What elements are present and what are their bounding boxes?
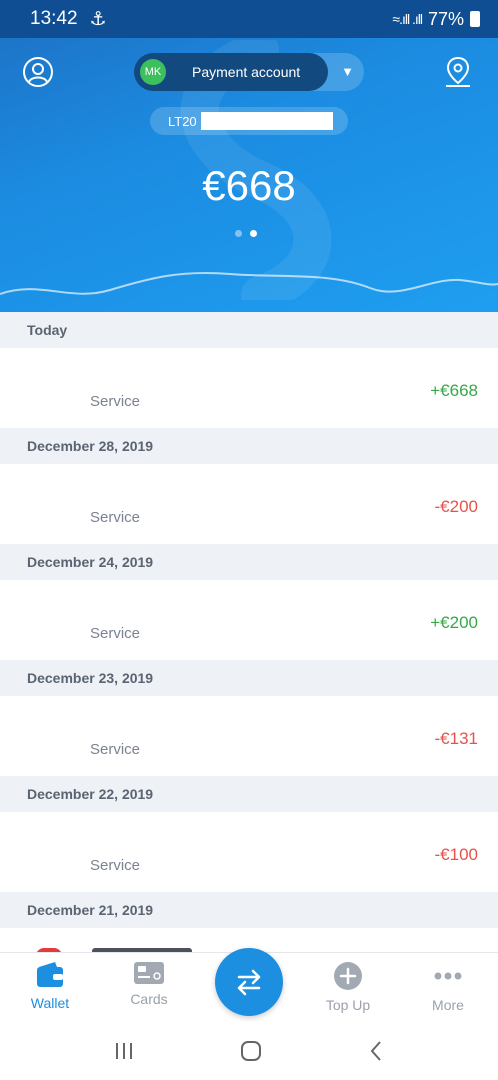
status-bar: 13:42 ⚓ ≈.ıll .ıll 77% [0, 0, 498, 38]
transaction-row[interactable]: Service -€200 [0, 464, 498, 544]
profile-icon [23, 57, 53, 87]
transaction-row[interactable]: Service +€668 [0, 348, 498, 428]
tab-label: Top Up [325, 997, 371, 1013]
balance-wave [0, 271, 498, 295]
date-header: December 28, 2019 [0, 428, 498, 464]
battery-icon [470, 11, 480, 27]
chevron-down-icon[interactable]: ▼ [341, 64, 354, 79]
transaction-list: Today Service +€668 December 28, 2019 Se… [0, 312, 498, 952]
date-header: December 21, 2019 [0, 892, 498, 928]
date-header: Today [0, 312, 498, 348]
recent-apps-icon[interactable] [112, 1041, 136, 1061]
account-header: 13:42 ⚓ ≈.ıll .ıll 77% MK Payment accoun… [0, 0, 498, 312]
account-avatar: MK [140, 59, 166, 85]
location-pin-icon [446, 56, 470, 87]
transaction-amount: -€100 [434, 845, 478, 864]
account-label: Payment account [192, 64, 301, 80]
date-header: December 22, 2019 [0, 776, 498, 812]
profile-button[interactable] [18, 52, 58, 92]
wifi-signal-icon: ≈.ıll .ıll [392, 11, 423, 27]
tab-more[interactable]: More [408, 961, 488, 1013]
iban-field[interactable]: LT20 [150, 107, 348, 135]
plus-circle-icon [334, 962, 362, 990]
date-header: December 24, 2019 [0, 544, 498, 580]
iban-redaction [200, 112, 333, 130]
transaction-description: Service [90, 509, 141, 526]
transaction-amount: -€131 [434, 729, 478, 748]
back-icon[interactable] [366, 1039, 386, 1063]
transaction-description: Service [90, 741, 141, 758]
home-icon[interactable] [239, 1039, 263, 1063]
location-button[interactable] [438, 52, 478, 92]
transaction-description: Service [90, 393, 141, 410]
tab-label: Cards [130, 991, 168, 1007]
notification-icon: ⚓ [89, 8, 107, 30]
tab-wallet[interactable]: Wallet [10, 961, 90, 1011]
transaction-amount: +€200 [430, 613, 478, 632]
card-icon [134, 962, 164, 984]
wallet-icon [37, 962, 63, 987]
system-nav-bar [0, 1022, 498, 1080]
account-selector[interactable]: MK Payment account ▼ [134, 53, 364, 91]
tab-label: Wallet [30, 995, 70, 1011]
transaction-row[interactable]: Service +€200 [0, 580, 498, 660]
iban-prefix: LT20 [168, 113, 197, 129]
page-dot[interactable] [235, 230, 242, 237]
transaction-description: Service [90, 857, 141, 874]
account-pill[interactable]: MK Payment account [134, 53, 328, 91]
transfer-icon [237, 969, 261, 996]
account-balance: €668 [202, 162, 296, 209]
tab-top-up[interactable]: Top Up [308, 961, 388, 1013]
transaction-amount: -€200 [434, 497, 478, 516]
tab-cards[interactable]: Cards [109, 961, 189, 1007]
transaction-row[interactable]: Service -€131 [0, 696, 498, 776]
more-dots-icon [434, 972, 462, 980]
transaction-amount: +€668 [430, 381, 478, 400]
page-indicator [235, 230, 257, 237]
transaction-row[interactable]: Service -€100 [0, 812, 498, 892]
status-time: 13:42 [30, 8, 78, 29]
battery-level: 77% [427, 8, 464, 29]
page-dot-active[interactable] [250, 230, 257, 237]
bottom-tab-bar: Wallet Cards Top Up More [0, 948, 498, 1022]
transfer-button[interactable] [215, 948, 283, 1016]
transaction-description: Service [90, 625, 141, 642]
date-header: December 23, 2019 [0, 660, 498, 696]
tab-label: More [432, 997, 464, 1013]
